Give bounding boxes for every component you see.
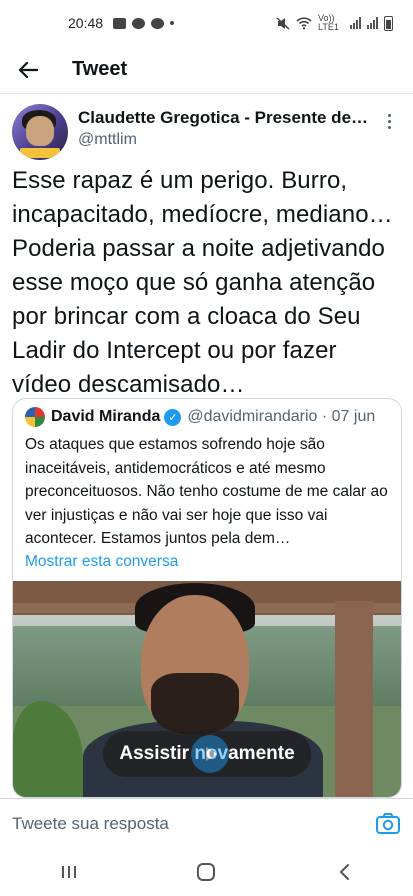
quoted-text: Os ataques que estamos sofrendo hoje são…	[25, 436, 388, 547]
network-label: Vo)) LTE1	[318, 13, 339, 32]
reply-input[interactable]	[12, 813, 375, 834]
play-icon[interactable]	[191, 735, 229, 773]
verified-icon: ✓	[164, 408, 182, 426]
reply-bar	[0, 798, 413, 848]
nav-back-icon	[339, 864, 350, 880]
quoted-handle-date: @davidmirandario · 07 jun	[187, 408, 376, 425]
show-thread-link[interactable]: Mostrar esta conversa	[13, 551, 401, 571]
quoted-tweet[interactable]: David Miranda ✓ @davidmirandario · 07 ju…	[12, 398, 402, 798]
camera-icon[interactable]	[375, 811, 401, 837]
app-header: Tweet	[0, 46, 413, 94]
author-name[interactable]: Claudette Gregotica - Presente de…	[78, 108, 377, 128]
gallery-icon	[113, 17, 127, 29]
recent-apps-button[interactable]	[39, 852, 99, 892]
system-nav-bar	[0, 848, 413, 896]
avatar[interactable]	[12, 104, 68, 160]
wifi-icon	[296, 16, 312, 29]
arrow-left-icon	[18, 61, 38, 78]
signal-2-icon	[367, 17, 378, 29]
dot-icon	[170, 21, 175, 25]
page-title: Tweet	[72, 58, 128, 80]
author-handle[interactable]: @mttlim	[78, 131, 377, 149]
home-icon	[197, 863, 216, 881]
back-button[interactable]	[0, 46, 56, 94]
more-options-icon[interactable]	[377, 114, 401, 129]
quoted-author-name: David Miranda	[51, 408, 161, 425]
status-time: 20:48	[68, 15, 104, 31]
signal-icon	[350, 17, 361, 29]
video-player[interactable]: Assistir novamente	[13, 581, 401, 797]
author-row: Claudette Gregotica - Presente de… @mttl…	[0, 104, 413, 162]
battery-icon	[384, 15, 393, 31]
nav-back-button[interactable]	[314, 852, 374, 892]
status-bar: 20:48 Vo)) LTE1	[0, 0, 413, 46]
home-button[interactable]	[176, 852, 236, 892]
tweet-text: Esse rapaz é um perigo. Burro, incapacit…	[12, 167, 393, 398]
mute-icon	[276, 16, 290, 30]
recent-apps-icon	[61, 866, 76, 878]
tweet: Claudette Gregotica - Presente de… @mttl…	[0, 104, 413, 402]
cloud-icon	[151, 17, 165, 29]
quoted-avatar	[25, 407, 45, 427]
soccer-icon	[132, 17, 146, 29]
